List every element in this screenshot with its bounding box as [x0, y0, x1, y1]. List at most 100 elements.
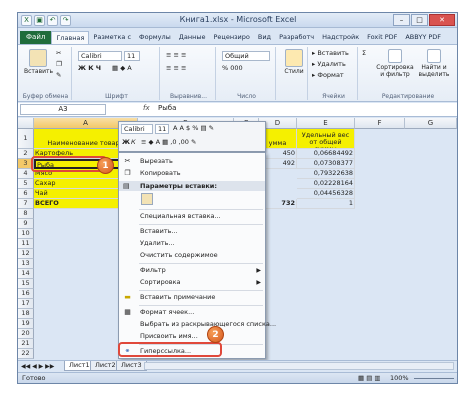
menu-item-pick-list[interactable]: Выбрать из раскрывающегося списка... — [119, 319, 276, 330]
row-header[interactable]: 5 — [18, 179, 34, 189]
paste-option-icon[interactable] — [141, 193, 153, 205]
view-buttons-icon[interactable]: ▦ ▤ ▥ — [358, 373, 381, 383]
tab-review[interactable]: Рецензиро — [209, 31, 253, 44]
percent-icon[interactable]: % 000 — [222, 64, 243, 73]
menu-item-sort[interactable]: Сортировка ▶ — [119, 277, 265, 288]
border-icon[interactable]: ▦ ◆ A — [112, 64, 132, 73]
name-box[interactable]: A3 — [20, 104, 106, 115]
mini-format-icons[interactable]: ≡ ◆ A ▦ ,0 ,00 ✎ — [141, 138, 196, 147]
column-header-f[interactable]: F — [355, 118, 405, 129]
row-header[interactable]: 13 — [18, 259, 34, 269]
menu-item-copy[interactable]: ❐ Копировать — [119, 168, 265, 179]
zoom-slider[interactable] — [414, 378, 454, 379]
grow-font-icon[interactable]: A A $ % ▤ ✎ — [173, 124, 214, 133]
row-header[interactable]: 7 — [18, 199, 34, 209]
tab-view[interactable]: Вид — [254, 31, 275, 44]
format-painter-icon[interactable]: ✎ — [56, 71, 61, 80]
row-header[interactable]: 6 — [18, 189, 34, 199]
cell-e3[interactable]: 0,07308377 — [297, 159, 355, 169]
menu-item-define-name[interactable]: Присвоить имя... — [119, 331, 265, 342]
font-size-box[interactable]: 11 — [124, 51, 140, 61]
column-header-e[interactable]: E — [297, 118, 355, 129]
menu-item-filter[interactable]: Фильтр ▶ — [119, 265, 265, 276]
mini-size-box[interactable]: 11 — [155, 124, 169, 134]
align-left-icon[interactable]: ≡ ≡ ≡ — [166, 64, 186, 73]
paste-icon — [29, 49, 47, 67]
format-cells-button[interactable]: ▸ Формат — [312, 71, 344, 80]
undo-icon[interactable]: ↶ — [47, 15, 58, 26]
font-group: Calibri 11 Ж К Ч ▦ ◆ A Шрифт — [74, 47, 160, 100]
tab-foxit[interactable]: Foxit PDF — [363, 31, 401, 44]
menu-item-format-cells[interactable]: ▦ Формат ячеек... — [119, 307, 265, 318]
minimize-button[interactable]: – — [393, 14, 410, 26]
tab-page-layout[interactable]: Разметка с — [89, 31, 135, 44]
font-name-box[interactable]: Calibri — [78, 51, 122, 61]
excel-icon[interactable]: X — [21, 15, 32, 26]
mini-italic-button[interactable]: К — [131, 138, 136, 147]
redo-icon[interactable]: ↷ — [60, 15, 71, 26]
menu-separator — [139, 263, 263, 264]
row-header[interactable]: 19 — [18, 319, 34, 329]
paste-options-header: ▤ Параметры вставки: — [119, 181, 265, 191]
row-header[interactable]: 15 — [18, 279, 34, 289]
row-header[interactable]: 22 — [18, 349, 34, 359]
row-header[interactable]: 9 — [18, 219, 34, 229]
save-icon[interactable]: ▣ — [34, 15, 45, 26]
maximize-button[interactable]: □ — [411, 14, 428, 26]
row-header[interactable]: 11 — [18, 239, 34, 249]
row-header[interactable]: 21 — [18, 339, 34, 349]
formula-value[interactable]: Рыба — [158, 104, 176, 112]
tab-developer[interactable]: Разработч — [275, 31, 318, 44]
sheet-nav-icon[interactable]: ◀◀ ◀ ▶ ▶▶ — [21, 362, 54, 371]
tab-file[interactable]: Файл — [20, 31, 52, 44]
menu-pick-list-label: Выбрать из раскрывающегося списка... — [140, 320, 277, 328]
mini-bold-button[interactable]: Ж — [122, 138, 130, 147]
row-header[interactable]: 1 — [18, 129, 34, 149]
mini-font-box[interactable]: Calibri — [121, 124, 153, 134]
tab-formulas[interactable]: Формулы — [135, 31, 175, 44]
copy-icon[interactable]: ❐ — [56, 60, 62, 69]
row-header[interactable]: 20 — [18, 329, 34, 339]
menu-item-insert[interactable]: Вставить... — [119, 226, 265, 237]
cell-e2[interactable]: 0,06684492 — [297, 149, 355, 159]
row-header[interactable]: 16 — [18, 289, 34, 299]
window-title: Книга1.xlsx - Microsoft Excel — [179, 15, 297, 24]
tab-home[interactable]: Главная — [51, 31, 90, 44]
number-format-box[interactable]: Общий — [222, 51, 270, 61]
menu-item-insert-note[interactable]: ▬ Вставить примечание — [119, 292, 265, 303]
find-select-button[interactable]: Найти и выделить — [416, 49, 452, 78]
bold-button[interactable]: Ж К Ч — [78, 64, 101, 73]
insert-cells-button[interactable]: ▸ Вставить — [312, 49, 349, 58]
menu-item-paste-special[interactable]: Специальная вставка... — [119, 211, 265, 222]
row-header[interactable]: 18 — [18, 309, 34, 319]
menu-item-delete[interactable]: Удалить... — [119, 238, 265, 249]
select-all-corner[interactable] — [18, 118, 34, 129]
row-header[interactable]: 14 — [18, 269, 34, 279]
horizontal-scrollbar[interactable] — [144, 362, 454, 370]
row-header[interactable]: 17 — [18, 299, 34, 309]
cell-e1[interactable]: Удельный вес от общей суммы — [297, 129, 355, 149]
row-header[interactable]: 12 — [18, 249, 34, 259]
delete-cells-button[interactable]: ▸ Удалить — [312, 60, 346, 69]
row-header[interactable]: 10 — [18, 229, 34, 239]
sheet-tab-3[interactable]: Лист3 — [116, 361, 147, 371]
tab-data[interactable]: Данные — [175, 31, 210, 44]
close-button[interactable]: ✕ — [429, 14, 455, 26]
sort-filter-button[interactable]: Сортировка и фильтр — [376, 49, 414, 78]
styles-button[interactable]: Стили — [282, 49, 306, 75]
tab-abbyy[interactable]: ABBYY PDF — [401, 31, 445, 44]
menu-item-clear[interactable]: Очистить содержимое — [119, 250, 265, 261]
cell-e4[interactable]: 0,79322638 — [297, 169, 355, 179]
menu-item-cut[interactable]: ✂ Вырезать — [119, 156, 265, 167]
fx-icon[interactable]: fx — [143, 104, 150, 112]
cell-e5[interactable]: 0,02228164 — [297, 179, 355, 189]
cell-e6[interactable]: 0,04456328 — [297, 189, 355, 199]
align-top-icon[interactable]: ≡ ≡ ≡ — [166, 51, 186, 60]
sum-icon[interactable]: Σ — [362, 49, 366, 58]
cut-icon[interactable]: ✂ — [56, 49, 61, 58]
column-header-g[interactable]: G — [405, 118, 457, 129]
cell-e7[interactable]: 1 — [297, 199, 355, 209]
row-header[interactable]: 8 — [18, 209, 34, 219]
tab-addins[interactable]: Надстройк — [318, 31, 363, 44]
paste-button[interactable]: Вставить — [24, 49, 53, 75]
